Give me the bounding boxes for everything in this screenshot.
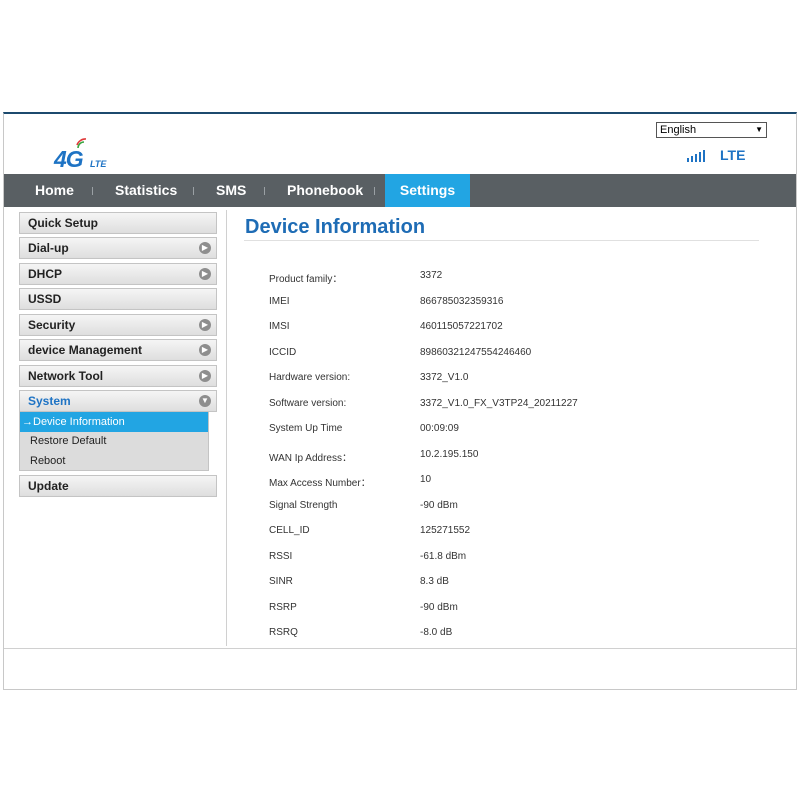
submenu-item-reboot[interactable]: Reboot	[20, 451, 208, 471]
expand-arrow-icon: ▶	[199, 319, 211, 331]
footer-divider	[4, 648, 796, 649]
info-value: 8.3 dB	[420, 576, 449, 587]
logo-lte-text: LTE	[90, 159, 107, 169]
nav-sms[interactable]: SMS	[216, 174, 246, 207]
info-label: System Up Time	[269, 423, 343, 434]
sidebar-item-system[interactable]: System ▼	[19, 390, 217, 412]
page-title: Device Information	[245, 216, 426, 238]
info-value: 125271552	[420, 525, 471, 536]
brand-logo: 4G LTE	[54, 138, 124, 174]
info-value: -90 dBm	[420, 601, 458, 613]
sidebar-item-security[interactable]: Security ▶	[19, 314, 217, 336]
info-label: IMSI	[269, 321, 290, 332]
info-value: 10	[420, 474, 432, 485]
nav-separator	[374, 187, 375, 195]
info-label: Hardware version:	[269, 372, 351, 383]
sidebar-item-label: Security	[28, 318, 76, 332]
info-label: WAN Ip Address：	[269, 452, 352, 464]
sidebar-item-label: Dial-up	[28, 241, 69, 255]
sidebar-item-dial-up[interactable]: Dial-up ▶	[19, 237, 217, 259]
chevron-down-icon: ▼	[755, 125, 763, 134]
nav-settings[interactable]: Settings	[385, 174, 470, 207]
info-label: Product family：	[269, 274, 343, 285]
network-type-label: LTE	[720, 147, 746, 163]
sidebar-item-label: Update	[28, 479, 69, 493]
info-value: 10.2.195.150	[420, 448, 479, 460]
nav-separator	[193, 187, 194, 195]
info-value: -61.8 dBm	[420, 550, 467, 562]
sidebar-item-label: USSD	[28, 292, 62, 306]
title-underline	[244, 240, 759, 241]
nav-statistics[interactable]: Statistics	[115, 174, 177, 207]
info-label: RSRQ	[269, 627, 298, 638]
info-label: Max Access Number：	[269, 478, 371, 489]
sidebar-item-dhcp[interactable]: DHCP ▶	[19, 263, 217, 285]
info-value: -8.0 dB	[420, 627, 453, 638]
info-value: 3372_V1.0_FX_V3TP24_20211227	[420, 397, 578, 409]
nav-home[interactable]: Home	[35, 174, 74, 207]
info-label: Signal Strength	[269, 499, 338, 511]
info-value: 3372	[420, 270, 443, 281]
nav-phonebook[interactable]: Phonebook	[287, 174, 363, 207]
sidebar-item-label: device Management	[28, 343, 143, 357]
info-value: 89860321247554246460	[420, 346, 532, 358]
info-label: ICCID	[269, 346, 297, 358]
info-label: SINR	[269, 576, 293, 587]
submenu-item-restore-default[interactable]: Restore Default	[20, 431, 208, 451]
language-select-value: English	[660, 124, 697, 136]
sidebar-item-label: Network Tool	[28, 369, 104, 383]
expand-arrow-icon: ▶	[199, 268, 211, 280]
sidebar-item-label: System	[28, 394, 71, 408]
submenu-item-device-information[interactable]: →Device Information	[20, 412, 208, 432]
info-value: 3372_V1.0	[420, 372, 469, 383]
info-value: -90 dBm	[420, 499, 458, 511]
sidebar-item-label: Quick Setup	[28, 216, 99, 230]
info-value: 866785032359316	[420, 295, 504, 307]
sidebar-item-update[interactable]: Update	[19, 475, 217, 497]
expand-arrow-icon: ▶	[199, 370, 211, 382]
info-label: IMEI	[269, 295, 290, 307]
main-nav: Home Statistics SMS Phonebook Settings	[4, 174, 796, 207]
info-label: RSSI	[269, 550, 293, 562]
sidebar-item-label: DHCP	[28, 267, 63, 281]
expand-arrow-icon: ▶	[199, 344, 211, 356]
signal-bars-icon	[687, 150, 705, 162]
logo-4g-text: 4G	[54, 146, 84, 172]
info-value: 460115057221702	[420, 321, 503, 332]
info-label: CELL_ID	[269, 525, 310, 536]
sidebar-item-quick-setup[interactable]: Quick Setup	[19, 212, 217, 234]
collapse-arrow-icon: ▼	[199, 395, 211, 407]
sidebar-item-network-tool[interactable]: Network Tool ▶	[19, 365, 217, 387]
info-value: 00:09:09	[420, 423, 459, 434]
info-label: Software version:	[269, 397, 347, 409]
content-divider	[226, 210, 227, 646]
sidebar-item-ussd[interactable]: USSD	[19, 288, 217, 310]
sidebar-item-device-management[interactable]: device Management ▶	[19, 339, 217, 361]
info-label: RSRP	[269, 601, 297, 613]
router-admin-window: 4G LTE English ▼ LTE Home Statistics SMS…	[3, 112, 797, 690]
system-submenu: →Device Information Restore Default Rebo…	[19, 411, 209, 471]
expand-arrow-icon: ▶	[199, 242, 211, 254]
nav-separator	[92, 187, 93, 195]
language-select[interactable]: English ▼	[656, 122, 767, 138]
nav-separator	[264, 187, 265, 195]
